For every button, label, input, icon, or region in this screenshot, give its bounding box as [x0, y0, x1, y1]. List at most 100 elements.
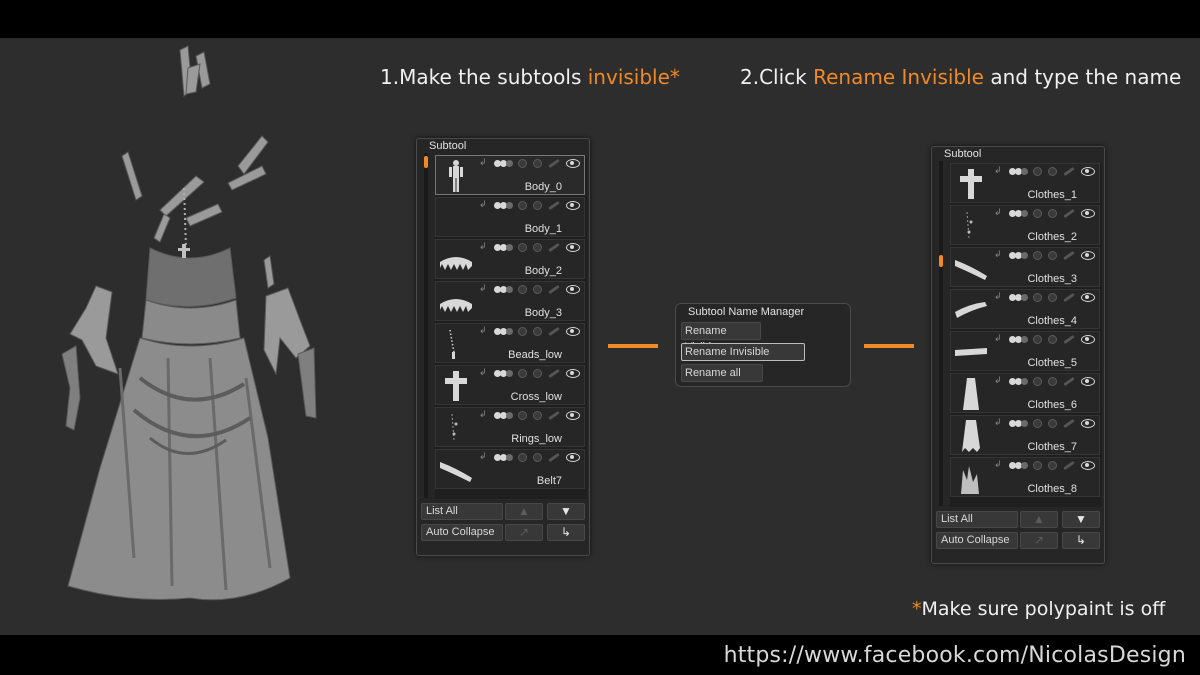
arrow-icon[interactable]: ↲	[994, 335, 1003, 344]
solo-toggle-icon[interactable]	[494, 285, 513, 293]
material-icon[interactable]	[1033, 250, 1042, 260]
subtool-row[interactable]: ↲ Clothes_2	[950, 205, 1100, 245]
eye-icon[interactable]	[1081, 460, 1095, 470]
material-icon[interactable]	[518, 326, 527, 336]
brush-icon[interactable]	[548, 158, 560, 168]
scroll-thumb[interactable]	[939, 255, 943, 267]
subtool-row[interactable]: ↲ Belt7	[435, 449, 585, 489]
eye-icon[interactable]	[1081, 292, 1095, 302]
arrow-icon[interactable]: ↲	[994, 293, 1003, 302]
polypaint-icon[interactable]	[1048, 334, 1057, 344]
merge-button[interactable]: ↳	[547, 524, 585, 541]
solo-toggle-icon[interactable]	[1009, 461, 1028, 469]
polypaint-icon[interactable]	[533, 200, 542, 210]
polypaint-icon[interactable]	[1048, 460, 1057, 470]
solo-toggle-icon[interactable]	[494, 453, 513, 461]
material-icon[interactable]	[518, 410, 527, 420]
arrow-icon[interactable]: ↲	[479, 369, 488, 378]
eye-icon[interactable]	[566, 158, 580, 168]
eye-icon[interactable]	[1081, 250, 1095, 260]
rename-all-button[interactable]: Rename all	[681, 364, 763, 382]
rename-visible-button[interactable]: Rename Visible	[681, 322, 761, 353]
scrollbar[interactable]	[939, 161, 943, 506]
move-up-button[interactable]: ▲	[1020, 511, 1058, 528]
brush-icon[interactable]	[1063, 250, 1075, 260]
material-icon[interactable]	[518, 200, 527, 210]
arrow-icon[interactable]: ↲	[479, 201, 488, 210]
arrow-icon[interactable]: ↲	[479, 411, 488, 420]
solo-toggle-icon[interactable]	[494, 411, 513, 419]
polypaint-icon[interactable]	[1048, 250, 1057, 260]
brush-icon[interactable]	[1063, 166, 1075, 176]
move-down-button[interactable]: ▼	[547, 503, 585, 520]
material-icon[interactable]	[518, 242, 527, 252]
subtool-row[interactable]: ↲ Clothes_4	[950, 289, 1100, 329]
polypaint-icon[interactable]	[533, 410, 542, 420]
solo-toggle-icon[interactable]	[1009, 209, 1028, 217]
brush-icon[interactable]	[1063, 208, 1075, 218]
arrow-icon[interactable]: ↲	[479, 453, 488, 462]
material-icon[interactable]	[518, 284, 527, 294]
solo-toggle-icon[interactable]	[494, 201, 513, 209]
brush-icon[interactable]	[548, 368, 560, 378]
move-down-button[interactable]: ▼	[1062, 511, 1100, 528]
move-up-button[interactable]: ▲	[505, 503, 543, 520]
solo-toggle-icon[interactable]	[494, 369, 513, 377]
eye-icon[interactable]	[566, 410, 580, 420]
scroll-thumb[interactable]	[424, 156, 428, 168]
material-icon[interactable]	[1033, 166, 1042, 176]
polypaint-icon[interactable]	[1048, 166, 1057, 176]
material-icon[interactable]	[518, 368, 527, 378]
solo-toggle-icon[interactable]	[1009, 293, 1028, 301]
material-icon[interactable]	[1033, 460, 1042, 470]
arrow-icon[interactable]: ↲	[479, 243, 488, 252]
eye-icon[interactable]	[566, 242, 580, 252]
eye-icon[interactable]	[1081, 418, 1095, 428]
material-icon[interactable]	[1033, 418, 1042, 428]
subtool-row[interactable]: ↲ Clothes_3	[950, 247, 1100, 287]
solo-toggle-icon[interactable]	[494, 159, 513, 167]
polypaint-icon[interactable]	[533, 158, 542, 168]
brush-icon[interactable]	[548, 326, 560, 336]
subtool-row[interactable]: ↲ Rings_low	[435, 407, 585, 447]
polypaint-icon[interactable]	[533, 452, 542, 462]
solo-toggle-icon[interactable]	[1009, 377, 1028, 385]
subtool-row[interactable]: ↲ Clothes_6	[950, 373, 1100, 413]
polypaint-icon[interactable]	[1048, 418, 1057, 428]
auto-collapse-button[interactable]: Auto Collapse	[936, 532, 1018, 549]
brush-icon[interactable]	[1063, 418, 1075, 428]
subtool-row[interactable]: ↲ Body_0	[435, 155, 585, 195]
polypaint-icon[interactable]	[533, 284, 542, 294]
subtool-row[interactable]: ↲ Beads_low	[435, 323, 585, 363]
rename-invisible-button[interactable]: Rename Invisible	[681, 343, 805, 361]
solo-toggle-icon[interactable]	[1009, 419, 1028, 427]
subtool-row[interactable]: ↲ Body_1	[435, 197, 585, 237]
arrow-icon[interactable]: ↲	[994, 167, 1003, 176]
material-icon[interactable]	[1033, 376, 1042, 386]
polypaint-icon[interactable]	[1048, 208, 1057, 218]
subtool-row[interactable]: ↲ Clothes_7	[950, 415, 1100, 455]
scrollbar[interactable]	[424, 153, 428, 498]
split-button[interactable]: ↗	[1020, 532, 1058, 549]
arrow-icon[interactable]: ↲	[479, 327, 488, 336]
solo-toggle-icon[interactable]	[494, 327, 513, 335]
solo-toggle-icon[interactable]	[494, 243, 513, 251]
eye-icon[interactable]	[566, 200, 580, 210]
list-all-button[interactable]: List All	[421, 503, 503, 520]
list-all-button[interactable]: List All	[936, 511, 1018, 528]
eye-icon[interactable]	[1081, 334, 1095, 344]
subtool-row[interactable]: ↲ Body_2	[435, 239, 585, 279]
solo-toggle-icon[interactable]	[1009, 167, 1028, 175]
material-icon[interactable]	[1033, 334, 1042, 344]
polypaint-icon[interactable]	[533, 326, 542, 336]
eye-icon[interactable]	[1081, 208, 1095, 218]
material-icon[interactable]	[1033, 292, 1042, 302]
solo-toggle-icon[interactable]	[1009, 251, 1028, 259]
polypaint-icon[interactable]	[1048, 376, 1057, 386]
brush-icon[interactable]	[1063, 460, 1075, 470]
eye-icon[interactable]	[566, 452, 580, 462]
material-icon[interactable]	[1033, 208, 1042, 218]
material-icon[interactable]	[518, 452, 527, 462]
brush-icon[interactable]	[1063, 376, 1075, 386]
eye-icon[interactable]	[566, 284, 580, 294]
